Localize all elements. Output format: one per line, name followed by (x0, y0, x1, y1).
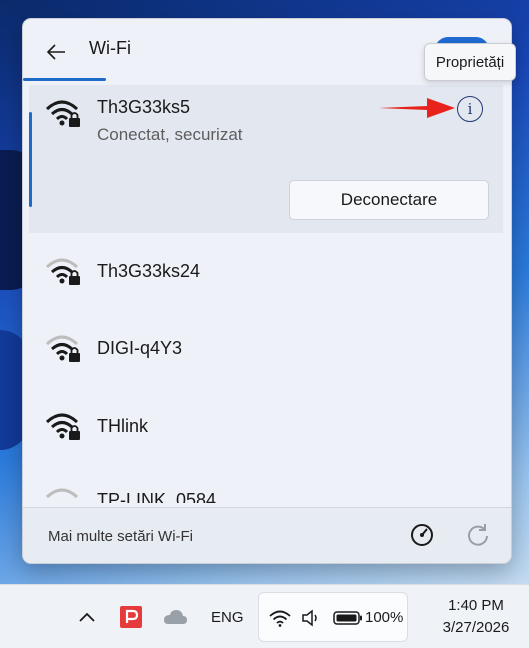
header-underline (23, 78, 106, 81)
volume-icon (302, 609, 317, 627)
clock-date: 3/27/2026 (442, 619, 510, 636)
taskbar: ENG 100% 1:40 PM 3/27/2026 (0, 584, 529, 648)
network-name: THlink (97, 416, 149, 436)
show-hidden-icons-button[interactable] (78, 585, 96, 648)
battery-icon (333, 611, 362, 625)
onedrive-button[interactable] (162, 585, 188, 648)
page-title: Wi-Fi (89, 38, 131, 58)
battery-percentage: 100% (365, 609, 404, 626)
properties-tooltip: Proprietăți (424, 43, 516, 81)
annotation-arrow (379, 98, 455, 118)
disconnect-button[interactable]: Deconectare (289, 180, 489, 220)
network-name: Th3G33ks5 (97, 97, 191, 117)
flyout-footer: Mai multe setări Wi-Fi (23, 507, 511, 563)
network-name: DIGI-q4Y3 (97, 338, 183, 358)
wifi-lock-icon (45, 335, 80, 362)
info-icon: i (467, 100, 473, 118)
network-list[interactable]: Th3G33ks5 Conectat, securizat i Deconect… (23, 85, 503, 503)
wifi-lock-icon (45, 258, 80, 285)
wifi-icon (269, 610, 291, 627)
back-button[interactable] (41, 37, 71, 67)
quick-settings-button[interactable]: 100% (258, 592, 408, 642)
refresh-icon[interactable] (463, 520, 493, 550)
network-item[interactable]: Th3G33ks24 (23, 240, 503, 302)
network-name: TP-LINK_0584 (97, 490, 217, 503)
chevron-up-icon (79, 612, 95, 622)
app-tray-button[interactable] (120, 585, 142, 648)
network-item[interactable]: DIGI-q4Y3 (23, 317, 503, 379)
wifi-lock-icon (45, 413, 80, 440)
clock[interactable]: 1:40 PM 3/27/2026 (424, 595, 528, 639)
network-item[interactable]: THlink (23, 395, 503, 457)
properties-info-button[interactable]: i (457, 96, 483, 122)
more-wifi-settings-link[interactable]: Mai multe setări Wi-Fi (48, 528, 193, 545)
network-name: Th3G33ks24 (97, 261, 201, 281)
network-item[interactable]: TP-LINK_0584 (23, 475, 503, 503)
language-indicator[interactable]: ENG (211, 585, 244, 648)
app-icon (120, 606, 142, 628)
wifi-lock-icon (45, 100, 80, 127)
network-status: Conectat, securizat (97, 125, 243, 144)
cloud-icon (164, 610, 187, 624)
back-arrow-icon (46, 44, 65, 60)
wifi-lock-icon (45, 488, 79, 499)
network-speed-icon[interactable] (407, 520, 437, 550)
clock-time: 1:40 PM (448, 597, 504, 614)
